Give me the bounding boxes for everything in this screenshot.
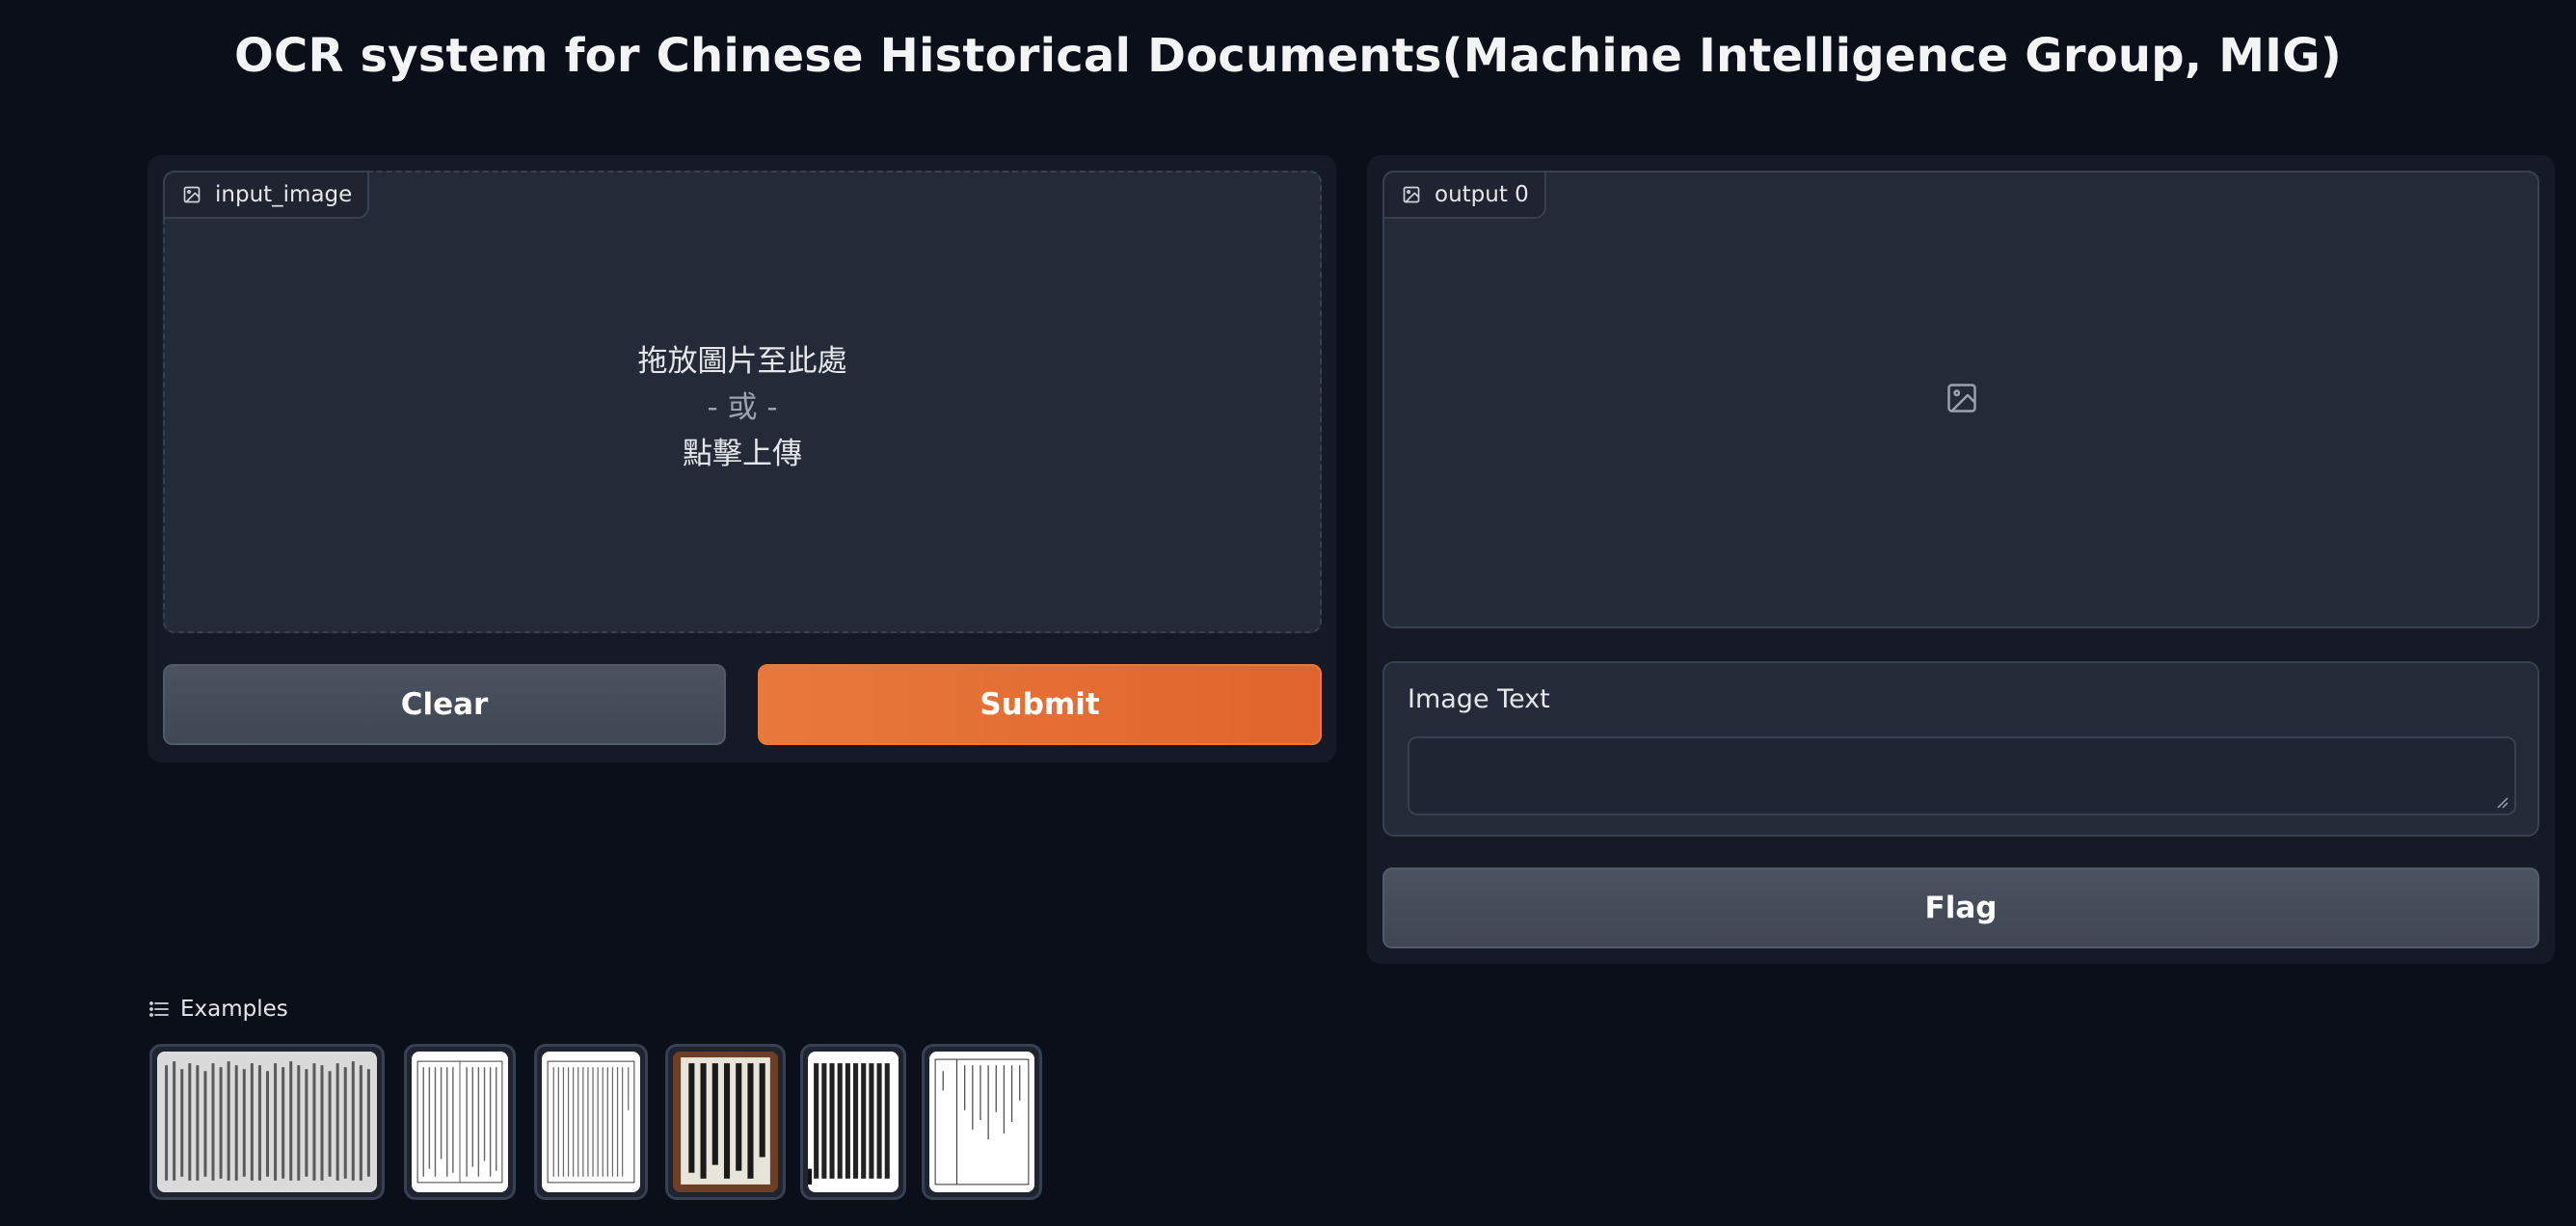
input-image-label: input_image bbox=[215, 182, 353, 207]
image-icon bbox=[183, 186, 201, 203]
output-image-box: output 0 bbox=[1382, 171, 2539, 628]
output-image-label: output 0 bbox=[1435, 182, 1529, 207]
drop-here-text: 拖放圖片至此處 bbox=[637, 344, 847, 379]
image-placeholder-icon bbox=[1947, 384, 1976, 413]
image-text-output[interactable] bbox=[1408, 736, 2516, 815]
dropzone-instructions: 拖放圖片至此處 - 或 - 點擊上傳 bbox=[165, 338, 1320, 477]
example-thumbnail-3[interactable] bbox=[534, 1044, 648, 1200]
clear-button[interactable]: Clear bbox=[163, 664, 726, 745]
input-image-tag: input_image bbox=[163, 171, 370, 219]
examples-label: Examples bbox=[180, 997, 288, 1022]
woodblock-page-image bbox=[808, 1052, 899, 1192]
calligraphy-image bbox=[673, 1052, 778, 1192]
printed-page-image bbox=[929, 1052, 1034, 1192]
submit-button[interactable]: Submit bbox=[758, 664, 1322, 745]
example-thumbnail-1[interactable] bbox=[149, 1044, 385, 1200]
page-title: OCR system for Chinese Historical Docume… bbox=[234, 29, 2342, 83]
scroll-document-image bbox=[157, 1052, 377, 1192]
output-image-tag: output 0 bbox=[1382, 171, 1546, 219]
printed-page-image bbox=[542, 1052, 640, 1192]
list-icon bbox=[149, 1001, 169, 1017]
image-text-block: Image Text bbox=[1382, 661, 2539, 837]
example-thumbnail-2[interactable] bbox=[404, 1044, 516, 1200]
image-icon bbox=[1403, 186, 1420, 203]
image-text-label: Image Text bbox=[1408, 684, 1550, 714]
click-upload-text: 點擊上傳 bbox=[683, 437, 802, 471]
printed-page-image bbox=[412, 1052, 508, 1192]
examples-header: Examples bbox=[149, 997, 288, 1022]
example-thumbnail-4[interactable] bbox=[665, 1044, 786, 1200]
example-thumbnail-5[interactable] bbox=[800, 1044, 906, 1200]
image-upload-dropzone[interactable]: input_image 拖放圖片至此處 - 或 - 點擊上傳 bbox=[163, 171, 1322, 633]
resize-handle-icon[interactable] bbox=[2495, 795, 2509, 809]
input-panel: input_image 拖放圖片至此處 - 或 - 點擊上傳 Clear Sub… bbox=[148, 155, 1336, 762]
flag-button[interactable]: Flag bbox=[1382, 867, 2539, 948]
example-thumbnail-6[interactable] bbox=[922, 1044, 1042, 1200]
output-panel: output 0 Image Text Flag bbox=[1367, 155, 2555, 964]
or-separator: - 或 - bbox=[707, 390, 778, 425]
